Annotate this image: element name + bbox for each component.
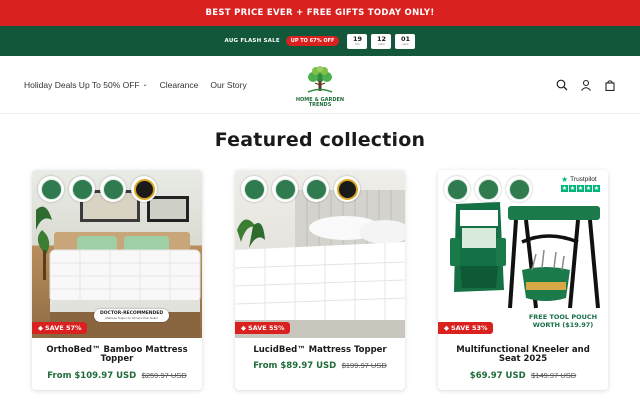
product-info: OrthoBed™ Bamboo Mattress Topper From $1… xyxy=(32,338,202,381)
nav-item-label: Holiday Deals Up To 50% OFF xyxy=(24,79,140,90)
product-title[interactable]: Multifunctional Kneeler and Seat 2025 xyxy=(444,345,602,365)
save-badge-label: SAVE 57% xyxy=(45,324,82,332)
product-price: From $109.97 USD xyxy=(47,370,137,381)
trustpilot-label: Trustpilot xyxy=(570,176,597,183)
product-title[interactable]: OrthoBed™ Bamboo Mattress Topper xyxy=(38,345,196,365)
save-badge: ◆ SAVE 55% xyxy=(235,322,290,334)
tree-logo-icon xyxy=(307,66,333,93)
product-compare-price: $149.97 USD xyxy=(531,370,577,380)
trustpilot-rating: ★ Trustpilot ★ ★ ★ ★ ★ xyxy=(561,175,600,192)
product-image[interactable]: ★ Trustpilot ★ ★ ★ ★ ★ FREE TOOL POUCH W… xyxy=(438,170,608,338)
certification-badge-icon xyxy=(241,176,267,202)
product-title[interactable]: LucidBed™ Mattress Topper xyxy=(241,345,399,355)
certification-badges xyxy=(38,176,157,202)
product-card[interactable]: DOCTOR-RECOMMENDED Mattress Topper for C… xyxy=(32,170,202,390)
trustpilot-star-icon: ★ xyxy=(561,175,569,184)
account-icon[interactable] xyxy=(580,79,592,91)
certification-badges xyxy=(444,176,532,202)
product-info: Multifunctional Kneeler and Seat 2025 $6… xyxy=(438,338,608,381)
chevron-down-icon: ⌄ xyxy=(142,82,148,88)
tag-icon: ◆ xyxy=(444,324,449,332)
free-pouch-callout: FREE TOOL POUCH WORTH ($19.97) xyxy=(528,313,598,329)
announcement-bar: BEST PRICE EVER + FREE GIFTS TODAY ONLY! xyxy=(0,0,640,26)
product-card[interactable]: ★ Trustpilot ★ ★ ★ ★ ★ FREE TOOL POUCH W… xyxy=(438,170,608,390)
certification-badge-icon xyxy=(303,176,329,202)
nav-item-holiday-deals[interactable]: Holiday Deals Up To 50% OFF ⌄ xyxy=(24,80,148,90)
certification-badges xyxy=(241,176,360,202)
trustpilot-stars: ★ ★ ★ ★ ★ xyxy=(561,185,600,192)
save-badge: ◆ SAVE 57% xyxy=(32,322,87,334)
product-info: LucidBed™ Mattress Topper From $89.97 US… xyxy=(235,338,405,371)
tag-icon: ◆ xyxy=(241,324,246,332)
certification-badge-icon xyxy=(444,176,470,202)
section-title: Featured collection xyxy=(214,129,426,151)
product-card[interactable]: ◆ SAVE 55% LucidBed™ Mattress Topper Fro… xyxy=(235,170,405,390)
header-actions xyxy=(556,79,616,91)
certification-badge-icon xyxy=(506,176,532,202)
save-badge-label: SAVE 55% xyxy=(248,324,285,332)
tag-icon: ◆ xyxy=(38,324,43,332)
product-prices: From $89.97 USD $199.97 USD xyxy=(241,360,399,371)
site-header: Holiday Deals Up To 50% OFF ⌄ Clearance … xyxy=(0,56,640,114)
timer-seconds: 01 secs xyxy=(395,33,416,49)
certification-badge-icon xyxy=(475,176,501,202)
nav-item-label: Clearance xyxy=(159,79,199,90)
cart-icon[interactable] xyxy=(604,79,616,91)
site-logo[interactable]: HOME & GARDEN TRENDS xyxy=(290,65,350,109)
timer-minutes: 12 mins xyxy=(371,33,392,49)
main-nav: Holiday Deals Up To 50% OFF ⌄ Clearance … xyxy=(24,80,247,90)
product-price: From $89.97 USD xyxy=(253,361,337,372)
certification-badge-icon xyxy=(272,176,298,202)
certification-badge-icon xyxy=(69,176,95,202)
announcement-text: BEST PRICE EVER + FREE GIFTS TODAY ONLY! xyxy=(205,8,435,18)
search-icon[interactable] xyxy=(556,79,568,91)
nav-item-clearance[interactable]: Clearance xyxy=(160,80,199,90)
discount-pill: UP TO 67% OFF xyxy=(285,36,340,46)
nav-item-label: Our Story xyxy=(210,79,247,90)
doctor-recommended-tag: DOCTOR-RECOMMENDED Mattress Topper for C… xyxy=(94,309,170,322)
timer-hours: 19 hrs xyxy=(347,33,368,49)
guarantee-badge-icon xyxy=(334,176,360,202)
product-prices: From $109.97 USD $259.97 USD xyxy=(38,370,196,381)
doctor-recommended-subtitle: Mattress Topper for Chronic Pain Relief xyxy=(105,316,158,320)
product-grid: DOCTOR-RECOMMENDED Mattress Topper for C… xyxy=(32,170,608,390)
product-prices: $69.97 USD $149.97 USD xyxy=(444,370,602,381)
certification-badge-icon xyxy=(38,176,64,202)
timer-minutes-unit: mins xyxy=(378,42,385,47)
product-image[interactable]: ◆ SAVE 55% xyxy=(235,170,405,338)
flash-sale-bar: AUG FLASH SALE UP TO 67% OFF 19 hrs 12 m… xyxy=(0,26,640,56)
product-compare-price: $259.97 USD xyxy=(141,370,187,380)
save-badge: ◆ SAVE 53% xyxy=(438,322,493,334)
guarantee-badge-icon xyxy=(131,176,157,202)
certification-badge-icon xyxy=(100,176,126,202)
timer-hours-unit: hrs xyxy=(355,42,360,47)
product-image[interactable]: DOCTOR-RECOMMENDED Mattress Topper for C… xyxy=(32,170,202,338)
logo-line-2: TRENDS xyxy=(308,102,332,109)
nav-item-our-story[interactable]: Our Story xyxy=(210,80,246,90)
product-price: $69.97 USD xyxy=(469,370,526,381)
product-compare-price: $199.97 USD xyxy=(341,361,387,371)
flash-sale-label: AUG FLASH SALE xyxy=(224,38,280,44)
save-badge-label: SAVE 53% xyxy=(451,324,488,332)
timer-seconds-unit: secs xyxy=(402,42,409,47)
